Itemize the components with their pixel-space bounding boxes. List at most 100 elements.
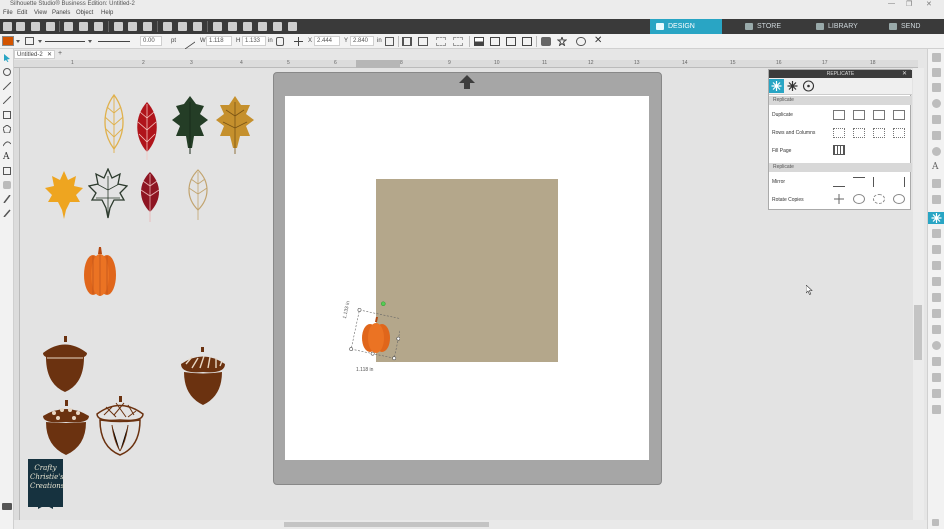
text-style-panel-icon[interactable]: A — [932, 163, 941, 172]
tan-outline-leaf[interactable] — [182, 168, 214, 220]
panel-close-icon[interactable]: ✕ — [902, 70, 907, 77]
rectangle-tool-icon[interactable] — [3, 111, 11, 119]
vertical-scrollbar[interactable] — [913, 68, 924, 520]
lock-icon[interactable] — [276, 37, 284, 46]
weld-icon[interactable] — [541, 37, 551, 46]
send-backward-icon[interactable] — [522, 37, 532, 46]
fill-page-icon[interactable] — [833, 145, 845, 155]
copy-icon[interactable] — [79, 22, 88, 31]
row-of-two-icon[interactable] — [833, 128, 845, 138]
eraser-icon[interactable] — [3, 181, 11, 189]
modify-panel-icon[interactable] — [932, 229, 941, 238]
deselect-icon[interactable] — [178, 22, 187, 31]
line-tool-icon[interactable] — [2, 95, 12, 105]
maple-leaf-outline[interactable] — [87, 167, 129, 220]
rotate-four-copies-icon[interactable] — [853, 194, 865, 204]
column-of-three-icon[interactable] — [893, 128, 905, 138]
transparency-panel-icon[interactable] — [932, 147, 941, 156]
redraw-icon[interactable] — [143, 22, 152, 31]
trace-panel-icon[interactable] — [932, 179, 941, 188]
mirror-right-icon[interactable] — [893, 177, 905, 187]
close-icon[interactable]: ✕ — [926, 0, 932, 8]
draw-tool-icon[interactable] — [2, 139, 12, 147]
page-setup-panel-icon[interactable] — [932, 68, 941, 77]
align-panel-icon[interactable] — [932, 261, 941, 270]
color-panel-icon[interactable] — [932, 99, 941, 108]
group-icon[interactable] — [436, 37, 446, 46]
text-tool-icon[interactable]: A — [3, 153, 11, 162]
align-icon[interactable] — [402, 37, 412, 46]
line-color-swatch[interactable] — [25, 37, 34, 45]
row-of-three-icon[interactable] — [853, 128, 865, 138]
layers-panel-icon[interactable] — [932, 293, 941, 302]
center-align-icon[interactable] — [418, 37, 428, 46]
select-tool-icon[interactable] — [3, 54, 11, 62]
line-width-field[interactable]: 0.00 — [140, 36, 162, 46]
store-panel-icon[interactable] — [932, 357, 941, 366]
minimize-icon[interactable]: — — [888, 0, 895, 7]
scroll-down-icon[interactable] — [932, 519, 939, 526]
gold-oak-leaf[interactable] — [214, 94, 256, 156]
red-leaf[interactable] — [132, 100, 162, 160]
eyedropper-icon[interactable] — [3, 209, 11, 218]
transform-panel-icon[interactable] — [932, 195, 941, 204]
bring-forward-icon[interactable] — [506, 37, 516, 46]
edit-points-icon[interactable] — [193, 22, 202, 31]
y-position-field[interactable]: 2.840 — [350, 36, 374, 46]
acorn-solid[interactable] — [40, 336, 90, 392]
column-of-two-icon[interactable] — [873, 128, 885, 138]
tan-rectangle-shape[interactable] — [376, 179, 558, 362]
bring-to-front-icon[interactable] — [474, 37, 484, 46]
orange-pumpkin[interactable] — [82, 246, 118, 298]
knife-panel-icon[interactable] — [932, 309, 941, 318]
tab-library[interactable]: LIBRARY — [810, 19, 872, 34]
fill-color-swatch[interactable] — [2, 36, 14, 46]
dark-green-oak-leaf[interactable] — [170, 94, 210, 156]
pixscan-panel-icon[interactable] — [932, 341, 941, 350]
position-reference-icon[interactable] — [385, 37, 394, 46]
zoom-select-icon[interactable] — [243, 22, 252, 31]
horizontal-scrollbar-thumb[interactable] — [284, 522, 489, 527]
width-field[interactable]: 1.118 — [206, 36, 232, 46]
maple-leaf-orange[interactable] — [44, 170, 84, 220]
zoom-fit-icon[interactable] — [288, 22, 297, 31]
menu-help[interactable]: Help — [101, 10, 113, 16]
selected-pumpkin-shape[interactable] — [348, 300, 405, 362]
print-icon[interactable] — [46, 22, 55, 31]
nesting-panel-icon[interactable] — [932, 277, 941, 286]
duplicate-right-icon[interactable] — [853, 110, 865, 120]
send-to-back-icon[interactable] — [490, 37, 500, 46]
library-panel-icon[interactable] — [932, 53, 941, 62]
chevron-down-icon[interactable] — [16, 40, 20, 43]
move-icon[interactable] — [294, 37, 303, 46]
line-panel-icon[interactable] — [932, 115, 941, 124]
tab-send[interactable]: SEND — [883, 19, 944, 34]
dark-red-leaf[interactable] — [134, 170, 166, 222]
polygon-tool-icon[interactable] — [2, 124, 12, 134]
tab-replicate-advanced[interactable] — [785, 79, 800, 93]
sketch-panel-icon[interactable] — [932, 325, 941, 334]
offset-panel-icon[interactable] — [932, 245, 941, 254]
offset-icon[interactable] — [556, 35, 568, 47]
tab-design[interactable]: DESIGN — [650, 19, 722, 34]
tab-rotate-copies[interactable] — [801, 79, 816, 93]
zoom-in-icon[interactable] — [213, 22, 222, 31]
send-panel-icon[interactable] — [932, 83, 941, 92]
undo-icon[interactable] — [114, 22, 123, 31]
mirror-below-icon[interactable] — [833, 177, 845, 187]
replicate-icon[interactable] — [576, 37, 586, 46]
print-cut-panel-icon[interactable] — [932, 389, 941, 398]
mirror-above-icon[interactable] — [853, 177, 865, 187]
replicate-panel-icon[interactable] — [928, 212, 944, 224]
tab-store[interactable]: STORE — [739, 19, 797, 34]
new-file-icon[interactable] — [3, 22, 12, 31]
menu-object[interactable]: Object — [76, 10, 93, 16]
yellow-outline-leaf[interactable] — [100, 93, 128, 155]
fit-to-page-icon[interactable] — [273, 22, 282, 31]
pan-hand-icon[interactable] — [258, 22, 267, 31]
chevron-down-icon[interactable] — [38, 40, 42, 43]
mirror-left-icon[interactable] — [873, 177, 885, 187]
height-field[interactable]: 1.133 — [242, 36, 266, 46]
acorn-scaled-cap[interactable] — [178, 346, 228, 406]
fill-tool-icon[interactable] — [3, 167, 11, 175]
